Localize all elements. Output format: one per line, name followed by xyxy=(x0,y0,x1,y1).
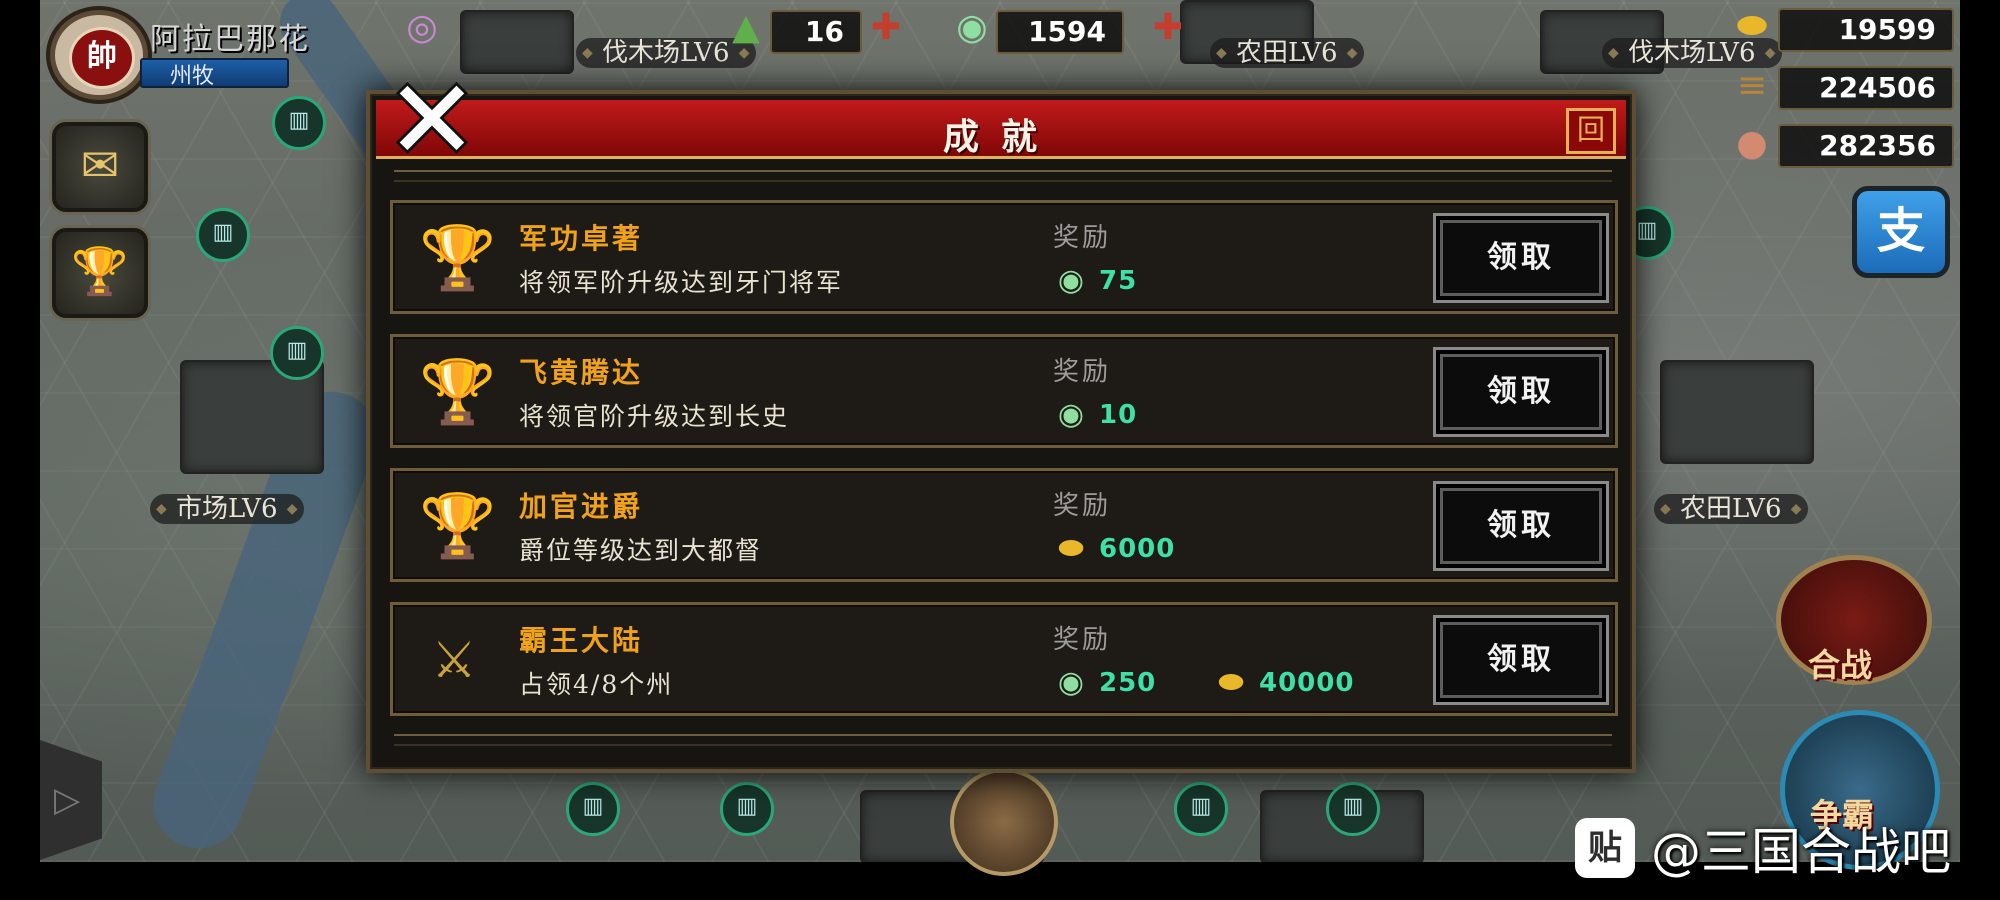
farm-building[interactable] xyxy=(1660,360,1814,464)
watermark-text: @三国合战吧 xyxy=(1651,823,1951,881)
gold-counter: 19599 xyxy=(1778,8,1954,52)
tieba-logo-icon: 贴 xyxy=(1575,818,1635,878)
food-counter: 282356 xyxy=(1778,124,1954,168)
city-gate-icon[interactable]: ▥ xyxy=(1174,782,1228,836)
soldiers-counter: 16 xyxy=(770,10,862,54)
add-icon[interactable]: ✚ xyxy=(864,8,908,48)
achievement-row: 🏆 加官进爵 爵位等级达到大都督 奖励 ⬬ 6000 领取 xyxy=(390,468,1618,582)
farm-label: 农田LV6 xyxy=(1654,494,1808,524)
divider xyxy=(394,170,1612,182)
city-gate-icon[interactable]: ▥ xyxy=(720,782,774,836)
divider xyxy=(394,734,1612,746)
reward-item: ◉ 250 xyxy=(1053,663,1156,703)
jade-icon: ◉ xyxy=(956,7,988,48)
achievements-button[interactable]: 🏆 xyxy=(52,228,148,318)
reward-value: 6000 xyxy=(1099,534,1176,564)
reward-label: 奖励 xyxy=(1053,491,1112,521)
reward-value: 75 xyxy=(1099,266,1138,296)
trophy-icon: 🏆 xyxy=(419,221,497,294)
farm-label: 农田LV6 xyxy=(1210,38,1364,68)
player-avatar[interactable]: 帥 xyxy=(50,10,148,100)
achievement-desc: 将领军阶升级达到牙门将军 xyxy=(519,268,844,297)
player-rank: 州牧 xyxy=(170,64,215,89)
achievement-row: 🏆 军功卓著 将领军阶升级达到牙门将军 奖励 ◉ 75 领取 xyxy=(390,200,1618,314)
city-gate-icon[interactable]: ▥ xyxy=(1326,782,1380,836)
envelope-icon: ✉ xyxy=(80,138,120,192)
mail-button[interactable]: ✉ xyxy=(52,122,148,212)
alipay-button[interactable]: 支 xyxy=(1852,186,1950,278)
add-icon[interactable]: ✚ xyxy=(1146,8,1190,48)
trophy-icon: 🏆 xyxy=(71,244,129,298)
dialog-header: 成就 回 xyxy=(376,100,1626,159)
dialog-title: 成就 xyxy=(942,116,1059,158)
city-gate-icon[interactable]: ▥ xyxy=(270,326,324,380)
achievement-title: 加官进爵 xyxy=(519,490,644,523)
claim-button[interactable]: 领取 xyxy=(1433,213,1609,303)
reward-value: 40000 xyxy=(1259,668,1355,698)
claim-button[interactable]: 领取 xyxy=(1433,347,1609,437)
boots-icon: ▲ xyxy=(732,7,760,48)
scroll-icon: ◎ xyxy=(406,7,438,48)
corner-ornament-icon: 回 xyxy=(1566,108,1616,154)
city-gate-icon[interactable]: ▥ xyxy=(196,208,250,262)
trophy-icon: 🏆 xyxy=(419,489,497,562)
meat-icon: ● xyxy=(1736,123,1768,164)
player-name: 阿拉巴那花 xyxy=(150,22,310,57)
gold-ingot-icon: ⬬ xyxy=(1218,665,1244,700)
jade-icon: ◉ xyxy=(1057,665,1085,700)
gold-ingot-icon: ⬬ xyxy=(1058,531,1084,566)
achievement-title: 军功卓著 xyxy=(519,222,644,255)
reward-item: ◉ 10 xyxy=(1053,395,1137,435)
play-left-icon: ▷ xyxy=(54,780,81,820)
claim-button[interactable]: 领取 xyxy=(1433,615,1609,705)
watermark: 贴 @三国合战吧 xyxy=(1575,812,1951,884)
battle-label: 合战 xyxy=(1808,646,1873,684)
achievement-row: 🏆 飞黄腾达 将领官阶升级达到长史 奖励 ◉ 10 领取 xyxy=(390,334,1618,448)
jade-icon: ◉ xyxy=(1057,397,1085,432)
trophy-icon: 🏆 xyxy=(419,355,497,428)
reward-label: 奖励 xyxy=(1053,223,1112,253)
achievement-desc: 将领官阶升级达到长史 xyxy=(519,402,790,431)
achievement-desc: 爵位等级达到大都督 xyxy=(519,536,763,565)
reward-label: 奖励 xyxy=(1053,625,1112,655)
reward-item: ⬬ 6000 xyxy=(1053,529,1175,569)
reward-value: 250 xyxy=(1099,668,1157,698)
achievement-desc: 占领4/8个州 xyxy=(519,670,674,699)
achievement-dialog: 成就 回 🏆 军功卓著 将领军阶升级达到牙门将军 奖励 ◉ 75 领取 🏆 飞黄… xyxy=(366,90,1636,773)
wood-counter: 224506 xyxy=(1778,66,1954,110)
wood-icon: ≡ xyxy=(1736,65,1768,106)
close-icon[interactable]: ✕ xyxy=(382,65,482,175)
achievement-title: 飞黄腾达 xyxy=(519,356,644,389)
jade-icon: ◉ xyxy=(1057,263,1085,298)
gold-ingot-icon: ⬬ xyxy=(1736,5,1768,46)
city-gate-icon[interactable]: ▥ xyxy=(272,96,326,150)
territory-scroll-icon: ⚔ xyxy=(431,631,477,689)
jade-counter: 1594 xyxy=(996,10,1124,54)
reward-item: ⬬ 40000 xyxy=(1213,663,1354,703)
reward-value: 10 xyxy=(1099,400,1138,430)
reward-item: ◉ 75 xyxy=(1053,261,1137,301)
market-label: 市场LV6 xyxy=(150,494,304,524)
city-gate-icon[interactable]: ▥ xyxy=(566,782,620,836)
achievement-row: ⚔ 霸王大陆 占领4/8个州 奖励 ◉ 250 ⬬ 40000 领取 xyxy=(390,602,1618,716)
reward-label: 奖励 xyxy=(1053,357,1112,387)
commander-badge-icon: 帥 xyxy=(69,27,135,89)
general-portrait[interactable] xyxy=(950,768,1058,876)
achievement-title: 霸王大陆 xyxy=(519,624,644,657)
rank-bar xyxy=(140,58,289,88)
claim-button[interactable]: 领取 xyxy=(1433,481,1609,571)
